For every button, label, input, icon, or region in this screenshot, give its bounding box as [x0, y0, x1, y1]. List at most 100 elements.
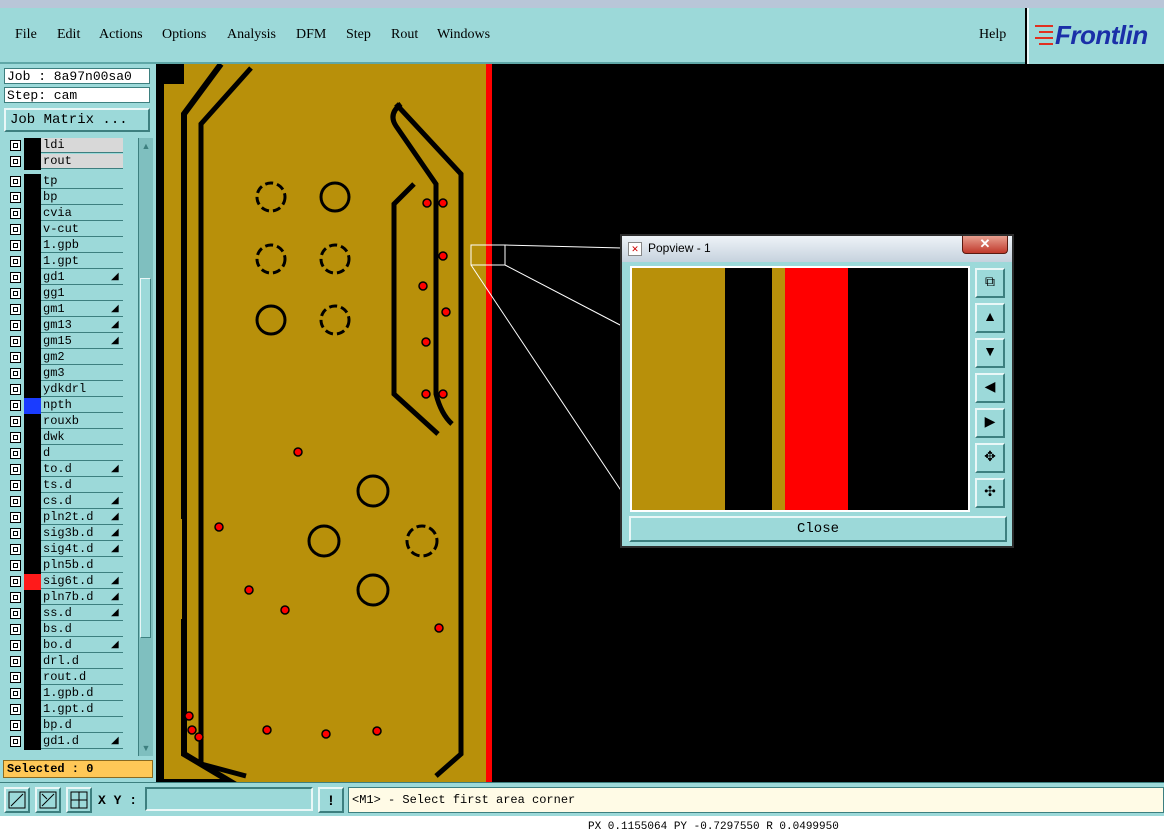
layer-color-swatch[interactable]: [24, 702, 41, 718]
layer-row-to-d[interactable]: to.d ◢: [6, 462, 138, 478]
layer-color-swatch[interactable]: [24, 670, 41, 686]
layer-color-swatch[interactable]: [24, 606, 41, 622]
layer-name[interactable]: 1.gpt: [41, 254, 123, 269]
layer-checkbox[interactable]: [10, 240, 21, 251]
menu-windows[interactable]: Windows: [437, 27, 490, 43]
menu-rout[interactable]: Rout: [391, 27, 418, 43]
layer-row-d[interactable]: d: [6, 446, 138, 462]
layer-row-rouxb[interactable]: rouxb: [6, 414, 138, 430]
layer-color-swatch[interactable]: [24, 446, 41, 462]
layer-row-ts-d[interactable]: ts.d: [6, 478, 138, 494]
layer-color-swatch[interactable]: [24, 526, 41, 542]
layer-color-swatch[interactable]: [24, 462, 41, 478]
layer-row-v-cut[interactable]: v-cut: [6, 222, 138, 238]
layer-checkbox[interactable]: [10, 272, 21, 283]
layer-checkbox[interactable]: [10, 592, 21, 603]
layer-name[interactable]: 1.gpb: [41, 238, 123, 253]
layer-name[interactable]: ydkdrl: [41, 382, 123, 397]
layer-color-swatch[interactable]: [24, 138, 41, 154]
layer-checkbox[interactable]: [10, 576, 21, 587]
layer-checkbox[interactable]: [10, 140, 21, 151]
select-mode-icon[interactable]: [4, 787, 30, 813]
layer-name[interactable]: gg1: [41, 286, 123, 301]
layer-checkbox[interactable]: [10, 448, 21, 459]
layer-color-swatch[interactable]: [24, 398, 41, 414]
layer-name[interactable]: bp: [41, 190, 123, 205]
layer-row-pln2t-d[interactable]: pln2t.d ◢: [6, 510, 138, 526]
layer-color-swatch[interactable]: [24, 558, 41, 574]
layer-color-swatch[interactable]: [24, 542, 41, 558]
layer-name[interactable]: bp.d: [41, 718, 123, 733]
layer-color-swatch[interactable]: [24, 638, 41, 654]
layer-checkbox[interactable]: [10, 384, 21, 395]
layer-row-bs-d[interactable]: bs.d: [6, 622, 138, 638]
layer-checkbox[interactable]: [10, 288, 21, 299]
layer-row-gm13[interactable]: gm13 ◢: [6, 318, 138, 334]
layer-checkbox[interactable]: [10, 336, 21, 347]
layer-checkbox[interactable]: [10, 368, 21, 379]
layer-name[interactable]: npth: [41, 398, 123, 413]
layer-color-swatch[interactable]: [24, 174, 41, 190]
popview-close-button[interactable]: Close: [629, 516, 1007, 542]
layer-row-pln7b-d[interactable]: pln7b.d ◢: [6, 590, 138, 606]
layer-color-swatch[interactable]: [24, 286, 41, 302]
layer-row-gm3[interactable]: gm3: [6, 366, 138, 382]
layer-checkbox[interactable]: [10, 496, 21, 507]
layer-row-1-gpb-d[interactable]: 1.gpb.d: [6, 686, 138, 702]
layer-row-gm1[interactable]: gm1 ◢: [6, 302, 138, 318]
layer-row-1-gpb[interactable]: 1.gpb: [6, 238, 138, 254]
pan-down-icon[interactable]: ▼: [975, 338, 1005, 368]
layer-name[interactable]: d: [41, 446, 123, 461]
menu-file[interactable]: File: [15, 27, 37, 43]
layer-color-swatch[interactable]: [24, 254, 41, 270]
layer-color-swatch[interactable]: [24, 494, 41, 510]
layer-color-swatch[interactable]: [24, 190, 41, 206]
menu-actions[interactable]: Actions: [99, 27, 143, 43]
layer-checkbox[interactable]: [10, 624, 21, 635]
layer-color-swatch[interactable]: [24, 222, 41, 238]
layer-name[interactable]: ldi: [41, 138, 123, 153]
layer-name[interactable]: cvia: [41, 206, 123, 221]
layer-color-swatch[interactable]: [24, 270, 41, 286]
pan-right-icon[interactable]: ▶: [975, 408, 1005, 438]
layer-row-bo-d[interactable]: bo.d ◢: [6, 638, 138, 654]
menu-edit[interactable]: Edit: [57, 27, 80, 43]
menu-analysis[interactable]: Analysis: [227, 27, 276, 43]
layer-row-ldi[interactable]: ldi: [6, 138, 138, 154]
layer-row-gd1-d[interactable]: gd1.d ◢: [6, 734, 138, 750]
layer-name[interactable]: drl.d: [41, 654, 123, 669]
layer-checkbox[interactable]: [10, 704, 21, 715]
layer-row-gm2[interactable]: gm2: [6, 350, 138, 366]
layer-checkbox[interactable]: [10, 672, 21, 683]
layer-name[interactable]: rout: [41, 154, 123, 169]
layer-checkbox[interactable]: [10, 528, 21, 539]
layer-checkbox[interactable]: [10, 432, 21, 443]
layer-row-bp-d[interactable]: bp.d: [6, 718, 138, 734]
layer-name[interactable]: gm3: [41, 366, 123, 381]
menu-options[interactable]: Options: [162, 27, 206, 43]
layer-checkbox[interactable]: [10, 320, 21, 331]
layer-row-gm15[interactable]: gm15 ◢: [6, 334, 138, 350]
exclamation-button[interactable]: !: [318, 787, 344, 813]
layer-color-swatch[interactable]: [24, 414, 41, 430]
layer-row-dwk[interactable]: dwk: [6, 430, 138, 446]
layer-checkbox[interactable]: [10, 736, 21, 747]
popview-title-bar[interactable]: ✕ Popview - 1: [622, 236, 1012, 262]
layer-name[interactable]: tp: [41, 174, 123, 189]
layer-row-sig4t-d[interactable]: sig4t.d ◢: [6, 542, 138, 558]
layer-row-cvia[interactable]: cvia: [6, 206, 138, 222]
layer-name[interactable]: rouxb: [41, 414, 123, 429]
menu-help[interactable]: Help: [979, 27, 1006, 43]
layer-checkbox[interactable]: [10, 352, 21, 363]
layer-row-rout-d[interactable]: rout.d: [6, 670, 138, 686]
layer-checkbox[interactable]: [10, 720, 21, 731]
layer-row-pln5b-d[interactable]: pln5b.d: [6, 558, 138, 574]
measure-mode-icon[interactable]: [35, 787, 61, 813]
window-close-button[interactable]: ✕: [962, 236, 1008, 254]
layer-checkbox[interactable]: [10, 192, 21, 203]
layer-name[interactable]: rout.d: [41, 670, 123, 685]
layer-color-swatch[interactable]: [24, 574, 41, 590]
scroll-up-arrow-icon[interactable]: ▲: [140, 140, 152, 152]
layer-row-1-gpt-d[interactable]: 1.gpt.d: [6, 702, 138, 718]
layer-color-swatch[interactable]: [24, 622, 41, 638]
